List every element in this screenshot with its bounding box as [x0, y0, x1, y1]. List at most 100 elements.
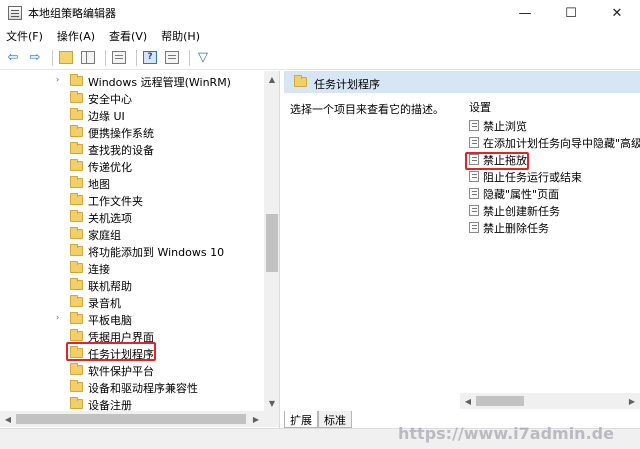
tree-item-label: 平板电脑 [88, 314, 132, 327]
tree-item-label: 软件保护平台 [88, 365, 154, 378]
setting-item[interactable]: 禁止浏览 [469, 117, 640, 134]
detail-horizontal-scrollbar[interactable]: ◀ ▶ [460, 393, 640, 409]
toolbar-separator [105, 49, 106, 66]
watermark-text: https://www.i7admin.de [398, 424, 614, 443]
policy-setting-icon [469, 188, 479, 199]
tree-horizontal-scrollbar[interactable]: ◀ ▶ [0, 411, 279, 427]
scroll-down-icon[interactable]: ▼ [264, 395, 279, 411]
tab-extended[interactable]: 扩展 [284, 411, 318, 428]
forward-arrow-icon: ⇨ [29, 50, 41, 65]
help-button[interactable]: ? [141, 49, 159, 67]
maximize-button[interactable]: ☐ [548, 0, 594, 26]
help-icon: ? [143, 51, 157, 64]
folder-icon [70, 244, 83, 256]
tree-item-label: 关机选项 [88, 212, 132, 225]
detail-description: 选择一个项目来查看它的描述。 [290, 103, 444, 116]
folder-icon [70, 159, 83, 171]
setting-label: 禁止浏览 [483, 120, 527, 133]
detail-pane: 任务计划程序 选择一个项目来查看它的描述。 设置 禁止浏览 在添加计划任务向导中隐… [284, 71, 640, 428]
scroll-right-icon[interactable]: ▶ [624, 393, 640, 409]
setting-label: 禁止创建新任务 [483, 205, 560, 218]
minimize-button[interactable]: — [502, 0, 548, 26]
tree-item-label: Windows 远程管理(WinRM) [88, 76, 231, 89]
tree-item-label: 地图 [88, 178, 110, 191]
back-button[interactable]: ⇦ [4, 49, 22, 67]
tree-item[interactable]: 查找我的设备 [0, 141, 264, 158]
selection-highlight-box [66, 342, 156, 361]
setting-item[interactable]: 禁止删除任务 [469, 219, 640, 236]
setting-label: 禁止删除任务 [483, 222, 549, 235]
setting-item[interactable]: 隐藏"属性"页面 [469, 185, 640, 202]
expand-arrow-icon[interactable]: › [56, 75, 59, 84]
tree-item[interactable]: 连接 [0, 260, 264, 277]
setting-label: 隐藏"属性"页面 [483, 188, 560, 201]
policy-editor-icon [8, 6, 22, 20]
menu-bar: 文件(F) 操作(A) 查看(V) 帮助(H) [0, 26, 640, 46]
console-tree: › Windows 远程管理(WinRM) 安全中心 边缘 UI 便携操作系统 查找我的设… [0, 71, 280, 428]
tree-item[interactable]: 传递优化 [0, 158, 264, 175]
tree-item[interactable]: 工作文件夹 [0, 192, 264, 209]
scroll-thumb[interactable] [16, 414, 246, 424]
toolbar-separator [189, 49, 190, 66]
folder-icon [70, 142, 83, 154]
folder-icon [70, 261, 83, 273]
menu-action[interactable]: 操作(A) [57, 28, 95, 44]
policy-setting-icon [469, 120, 479, 131]
scroll-left-icon[interactable]: ◀ [0, 411, 16, 427]
window-controls: — ☐ ✕ [502, 0, 640, 26]
tree-item[interactable]: 将功能添加到 Windows 10 [0, 243, 264, 260]
folder-icon [70, 210, 83, 222]
folder-icon [70, 295, 83, 307]
export-list-button[interactable] [110, 49, 128, 67]
settings-column-header[interactable]: 设置 [469, 99, 491, 115]
properties-button[interactable] [163, 49, 181, 67]
tree-item[interactable]: 设备和驱动程序兼容性 [0, 379, 264, 396]
folder-icon [70, 278, 83, 290]
tab-standard[interactable]: 标准 [318, 411, 352, 428]
scroll-thumb[interactable] [476, 396, 524, 406]
menu-file[interactable]: 文件(F) [6, 28, 43, 44]
setting-item[interactable]: 在添加计划任务向导中隐藏"高级属 [469, 134, 640, 151]
menu-help[interactable]: 帮助(H) [161, 28, 200, 44]
toolbar: ⇦ ⇨ ? ▽ [0, 46, 640, 70]
tree-item[interactable]: 边缘 UI [0, 107, 264, 124]
tree-item[interactable]: 安全中心 [0, 90, 264, 107]
tree-item-label: 将功能添加到 Windows 10 [88, 246, 225, 259]
tree-item-label: 安全中心 [88, 93, 132, 106]
tree-item-label: 传递优化 [88, 161, 132, 174]
setting-label: 阻止任务运行或结束 [483, 171, 582, 184]
tree-item[interactable]: 便携操作系统 [0, 124, 264, 141]
forward-button[interactable]: ⇨ [26, 49, 44, 67]
tree-item[interactable]: 关机选项 [0, 209, 264, 226]
tree-vertical-scrollbar[interactable]: ▲ ▼ [264, 71, 279, 411]
tree-item[interactable]: 联机帮助 [0, 277, 264, 294]
folder-up-icon [59, 51, 73, 64]
setting-item[interactable]: 禁止创建新任务 [469, 202, 640, 219]
show-hide-tree-button[interactable] [79, 49, 97, 67]
menu-view[interactable]: 查看(V) [109, 28, 147, 44]
folder-icon [70, 397, 83, 409]
scroll-right-icon[interactable]: ▶ [248, 411, 264, 427]
folder-icon [70, 380, 83, 392]
properties-icon [165, 51, 179, 64]
export-list-icon [112, 51, 126, 64]
tree-item[interactable]: 录音机 [0, 294, 264, 311]
scroll-up-icon[interactable]: ▲ [264, 71, 279, 87]
scroll-left-icon[interactable]: ◀ [460, 393, 476, 409]
expand-arrow-icon[interactable]: › [56, 313, 59, 322]
tree-item[interactable]: 家庭组 [0, 226, 264, 243]
filter-button[interactable]: ▽ [194, 49, 212, 67]
close-button[interactable]: ✕ [594, 0, 640, 26]
setting-label: 在添加计划任务向导中隐藏"高级属 [483, 137, 640, 150]
folder-icon [70, 176, 83, 188]
tree-item[interactable]: 地图 [0, 175, 264, 192]
tree-item-label: 录音机 [88, 297, 121, 310]
folder-icon [70, 329, 83, 341]
setting-item[interactable]: 阻止任务运行或结束 [469, 168, 640, 185]
scroll-thumb[interactable] [266, 214, 278, 272]
tree-item[interactable]: 软件保护平台 [0, 362, 264, 379]
folder-icon [70, 125, 83, 137]
tree-item[interactable]: › 平板电脑 [0, 311, 264, 328]
tree-item[interactable]: › Windows 远程管理(WinRM) [0, 73, 264, 90]
up-folder-button[interactable] [57, 49, 75, 67]
